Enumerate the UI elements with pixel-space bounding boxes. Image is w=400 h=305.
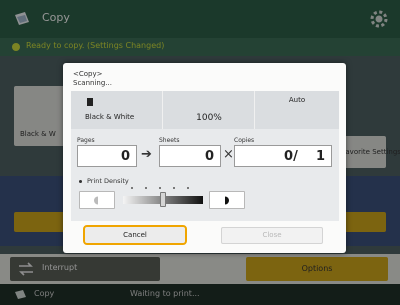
dialog-title: <Copy> — [73, 70, 103, 78]
scanning-dialog: <Copy> Scanning... Black & White 100% Au… — [63, 63, 346, 253]
dialog-subtitle: Scanning... — [73, 79, 112, 87]
paper-select-value: Auto — [288, 96, 306, 104]
pages-label: Pages — [77, 137, 95, 144]
cancel-label: Cancel — [123, 231, 147, 239]
count-panel: Pages 0 ➔ Sheets 0 × Copies 0/ 1 Print D… — [71, 129, 339, 221]
density-slider-thumb[interactable] — [160, 192, 166, 207]
paper-cell: Auto — [255, 91, 339, 129]
half-circle-light-icon — [94, 196, 98, 205]
sheets-count: 0 — [159, 145, 221, 167]
black-white-icon — [87, 98, 93, 106]
ratio-cell: 100% — [163, 91, 255, 129]
color-mode-value: Black & White — [85, 113, 135, 121]
dialog-header: <Copy> Scanning... — [73, 70, 112, 88]
copy-screen: Copy Ready to copy. (Settings Changed) B… — [0, 0, 400, 305]
multiply-icon: × — [223, 147, 234, 162]
pages-value: 0 — [120, 149, 130, 164]
cancel-button[interactable]: Cancel — [83, 225, 187, 245]
arrow-right-icon: ➔ — [141, 147, 152, 162]
copies-label: Copies — [234, 137, 255, 144]
sheets-label: Sheets — [159, 137, 180, 144]
copies-count: 0/ 1 — [234, 145, 332, 167]
print-density-label: Print Density — [79, 177, 129, 185]
close-label: Close — [262, 231, 282, 239]
close-button[interactable]: Close — [221, 227, 323, 244]
density-scale-marks — [123, 187, 203, 191]
color-mode-cell: Black & White — [71, 91, 163, 129]
copies-value: 0/ 1 — [284, 149, 325, 164]
density-lighter-button[interactable] — [79, 191, 115, 209]
density-darker-button[interactable] — [209, 191, 245, 209]
half-circle-dark-icon — [225, 196, 229, 205]
copy-ratio-value: 100% — [196, 113, 222, 123]
sheets-value: 0 — [204, 149, 214, 164]
settings-summary: Black & White 100% Auto — [71, 91, 339, 129]
pages-count: 0 — [77, 145, 137, 167]
